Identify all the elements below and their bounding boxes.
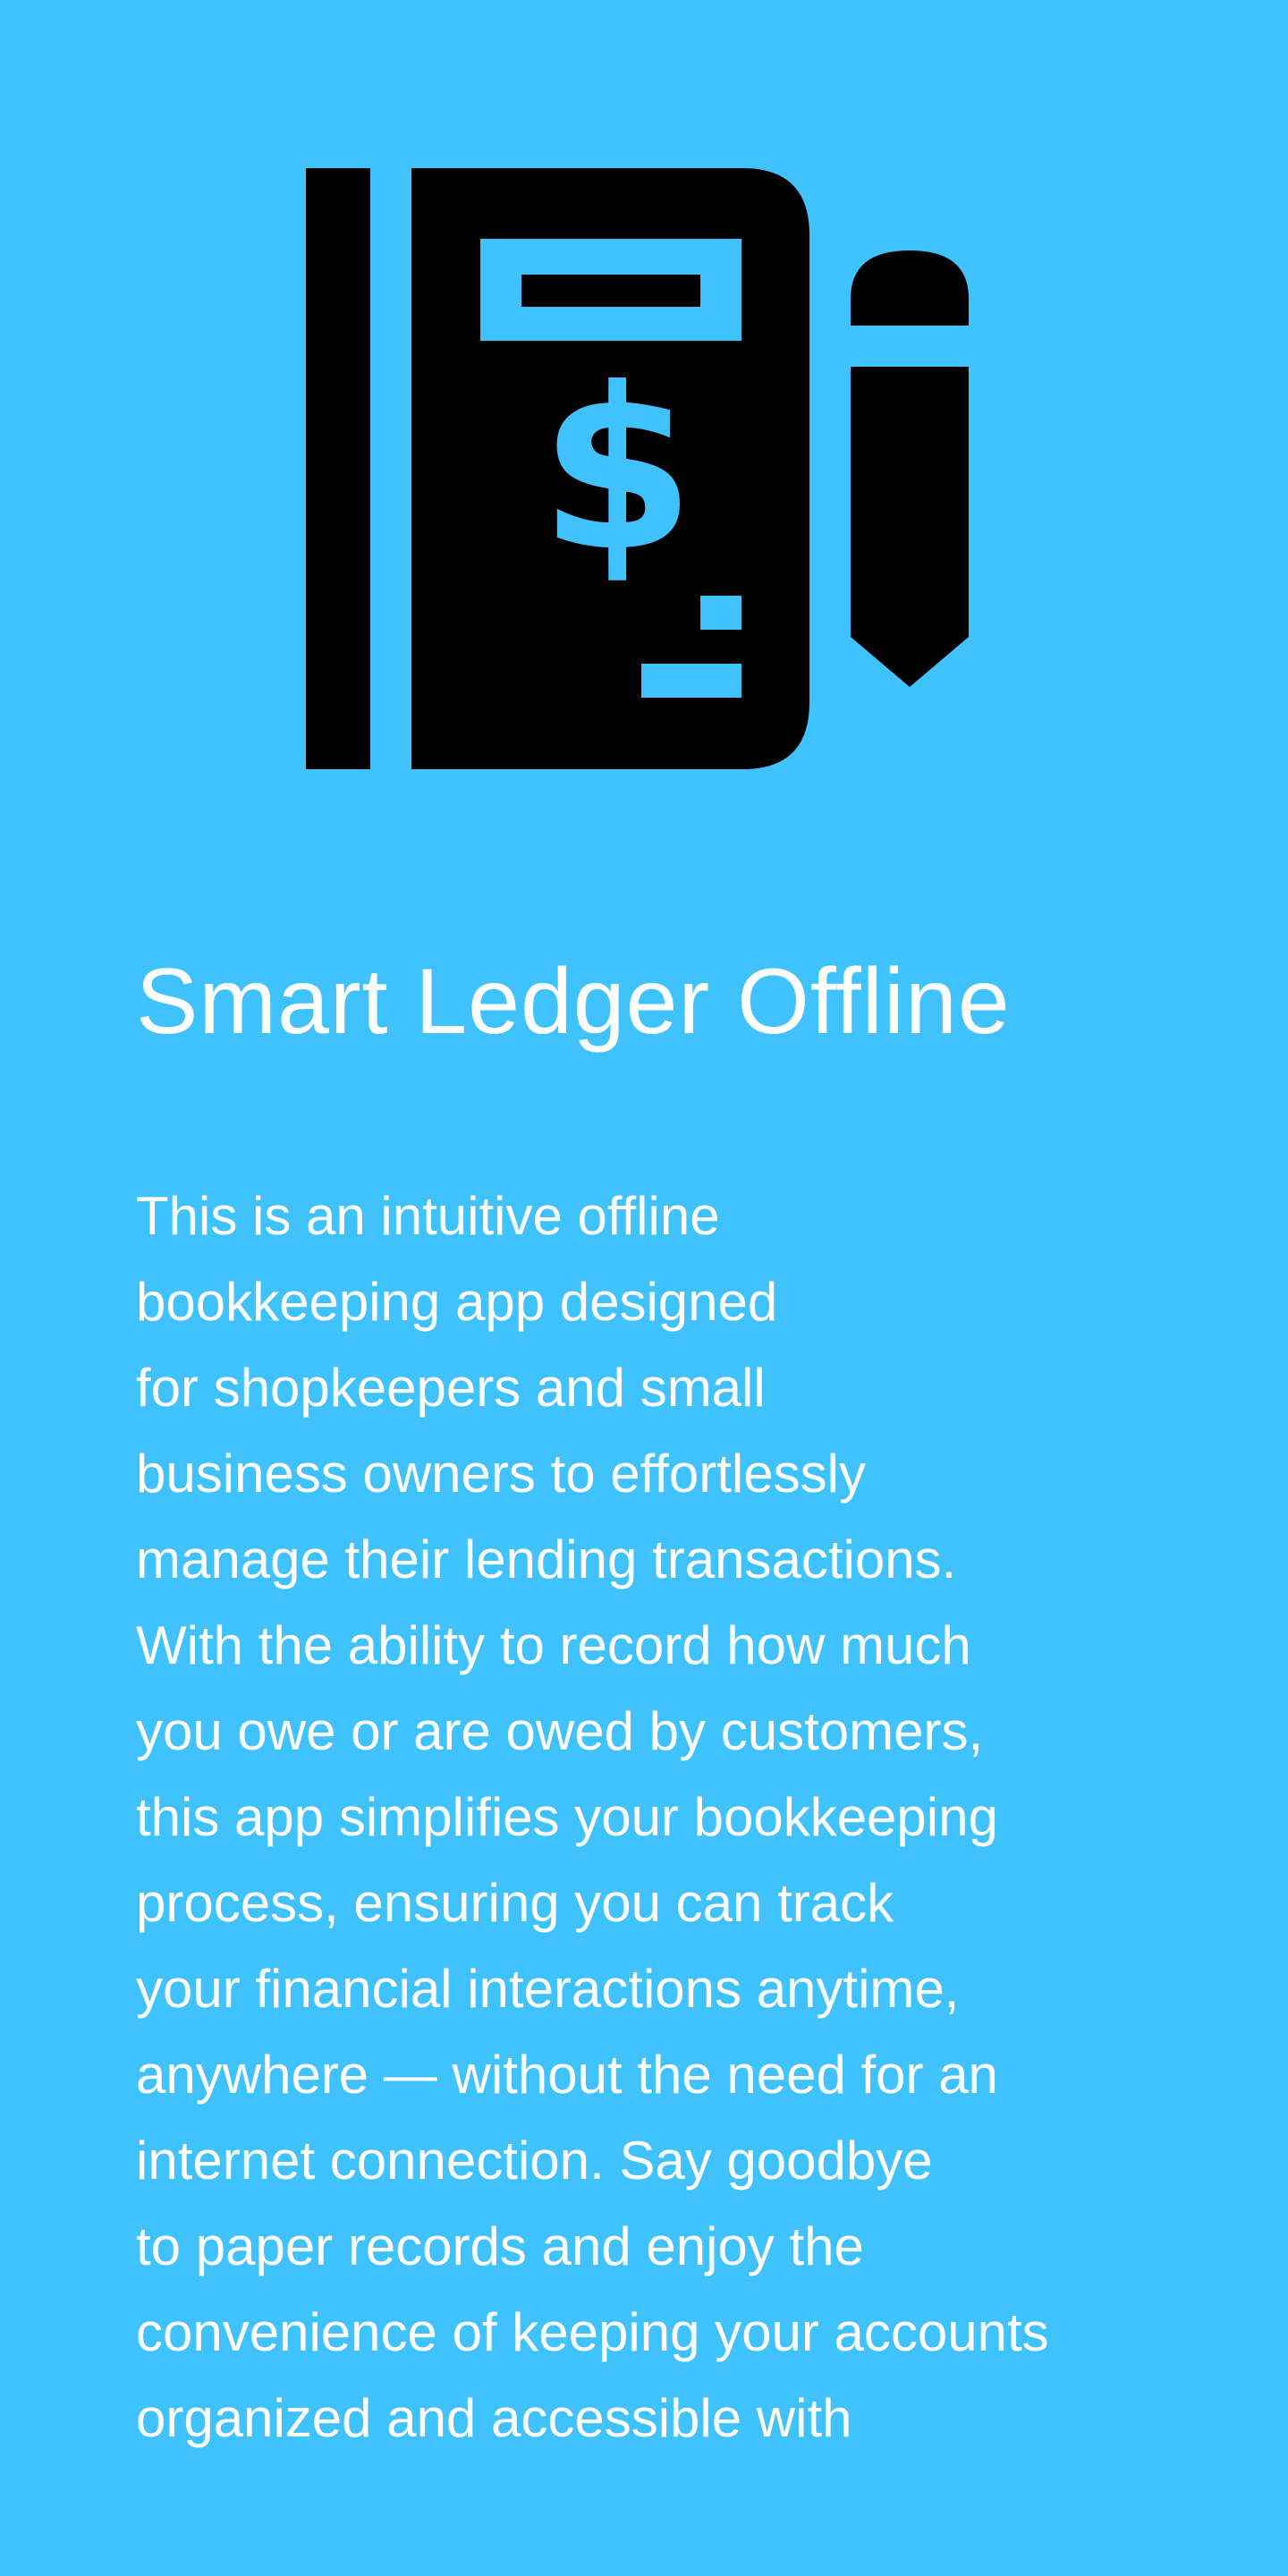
- book-spine-shape: [306, 168, 370, 769]
- description-line: internet connection. Say goodbye: [136, 2131, 933, 2190]
- description-line: anywhere — without the need for an: [136, 2045, 998, 2105]
- app-intro-screen: $ Smart Ledger Offline This is an intuit…: [0, 0, 1288, 2576]
- description-line: to paper records and enjoy the: [136, 2216, 864, 2276]
- description-line: business owners to effortlessly: [136, 1444, 866, 1504]
- description-line: for shopkeepers and small: [136, 1358, 766, 1418]
- description-line: process, ensuring you can track: [136, 1873, 894, 1933]
- book-label-slot: [521, 275, 700, 307]
- app-title: Smart Ledger Offline: [136, 950, 1011, 1054]
- app-description: This is an intuitive offline bookkeeping…: [136, 1174, 1209, 2462]
- pencil-cap-shape: [851, 250, 969, 326]
- book-dash-small: [700, 596, 741, 630]
- description-line: your financial interactions anytime,: [136, 1959, 960, 2019]
- description-line: you owe or are owed by customers,: [136, 1701, 984, 1761]
- pencil-body-shape: [851, 367, 969, 687]
- dollar-sign-icon: $: [539, 340, 695, 600]
- description-line: this app simplifies your bookkeeping: [136, 1787, 998, 1847]
- description-line: convenience of keeping your accounts: [136, 2302, 1049, 2362]
- description-line: This is an intuitive offline: [136, 1186, 720, 1246]
- book-dash-long: [641, 664, 741, 698]
- description-line: manage their lending transactions.: [136, 1530, 957, 1589]
- description-line: bookkeeping app designed: [136, 1272, 778, 1332]
- ledger-book-dollar-pencil-icon: $: [306, 168, 969, 769]
- description-line: With the ability to record how much: [136, 1615, 971, 1675]
- description-line: organized and accessible with: [136, 2388, 852, 2448]
